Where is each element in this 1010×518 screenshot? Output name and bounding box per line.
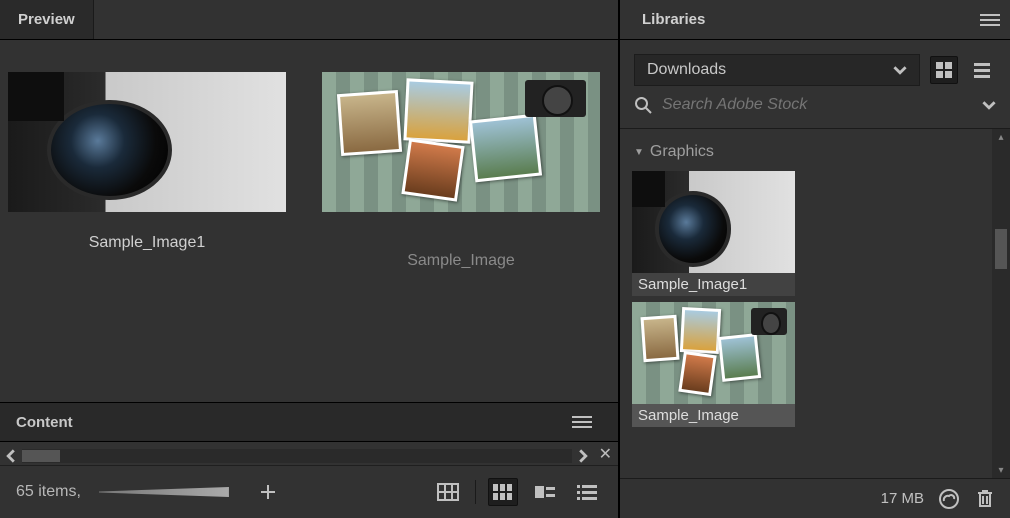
scroll-up-icon[interactable]: ▴ [992, 129, 1010, 145]
zoom-slider[interactable] [99, 487, 229, 497]
scroll-down-icon[interactable]: ▾ [992, 462, 1010, 478]
list-view-icon[interactable] [968, 56, 996, 84]
scroll-left-icon[interactable] [4, 449, 18, 463]
preview-item-label: Sample_Image [407, 252, 515, 270]
scrollbar-thumb[interactable] [22, 450, 60, 462]
scrollbar-track[interactable] [22, 449, 572, 463]
view-thumbnail-list-icon[interactable] [530, 478, 560, 506]
libraries-tabs: Libraries [620, 0, 1010, 40]
search-input[interactable] [662, 96, 972, 114]
tab-preview[interactable]: Preview [0, 0, 94, 39]
view-grid-large-icon[interactable] [433, 478, 463, 506]
search-icon [634, 96, 652, 114]
horizontal-scrollbar[interactable] [4, 447, 590, 465]
add-button[interactable] [253, 478, 283, 506]
preview-thumbnail[interactable] [322, 72, 600, 212]
grid-view-icon[interactable] [930, 56, 958, 84]
preview-item-label: Sample_Image1 [89, 234, 206, 252]
library-dropdown-value: Downloads [647, 61, 726, 79]
content-panel-header: Content [0, 402, 618, 442]
library-item-thumbnail[interactable] [632, 171, 795, 273]
library-item[interactable]: Sample_Image1 [632, 171, 795, 296]
chevron-down-icon[interactable] [982, 98, 996, 112]
library-content: ▼ Graphics Sample_Image1 Sample_Image [620, 128, 1010, 478]
content-toolbar: 65 items, [0, 466, 618, 518]
library-item[interactable]: Sample_Image [632, 302, 795, 427]
library-items: Sample_Image1 Sample_Image [626, 165, 1010, 427]
preview-item-2[interactable]: Sample_Image [322, 72, 600, 270]
scroll-right-icon[interactable] [576, 449, 590, 463]
group-header-graphics[interactable]: ▼ Graphics [626, 139, 1010, 165]
library-item-thumbnail[interactable] [632, 302, 795, 404]
library-dropdown[interactable]: Downloads [634, 54, 920, 86]
view-list-icon[interactable] [572, 478, 602, 506]
libraries-panel: Libraries Downloads ▼ Graphics Sample_I [620, 0, 1010, 518]
library-item-name: Sample_Image1 [632, 273, 795, 296]
panel-menu-icon[interactable] [970, 0, 1010, 39]
content-scroll-row: ✕ [0, 442, 618, 466]
preview-body: Sample_Image1 Sample_Image [0, 40, 618, 402]
items-count-label: 65 items, [16, 483, 81, 501]
view-grid-small-icon[interactable] [488, 478, 518, 506]
library-footer: 17 MB [620, 478, 1010, 518]
storage-size-label: 17 MB [881, 490, 924, 507]
preview-item-1[interactable]: Sample_Image1 [8, 72, 286, 252]
close-icon[interactable]: ✕ [599, 444, 612, 464]
chevron-down-icon [893, 63, 907, 77]
preview-thumbnail[interactable] [8, 72, 286, 212]
library-selector-row: Downloads [620, 40, 1010, 96]
group-name: Graphics [650, 143, 714, 161]
content-panel-title: Content [16, 414, 73, 431]
disclosure-triangle-icon: ▼ [634, 147, 644, 158]
library-item-name: Sample_Image [632, 404, 795, 427]
panel-menu-icon[interactable] [562, 415, 602, 429]
scrollbar-thumb[interactable] [995, 229, 1007, 269]
left-pane: Preview Sample_Image1 Sample_Image Conte [0, 0, 620, 518]
preview-tabs: Preview [0, 0, 618, 40]
trash-icon[interactable] [974, 488, 996, 510]
library-search-row [620, 96, 1010, 128]
cloud-sync-icon[interactable] [938, 488, 960, 510]
vertical-scrollbar[interactable]: ▴ ▾ [992, 129, 1010, 478]
tab-libraries[interactable]: Libraries [620, 0, 723, 39]
